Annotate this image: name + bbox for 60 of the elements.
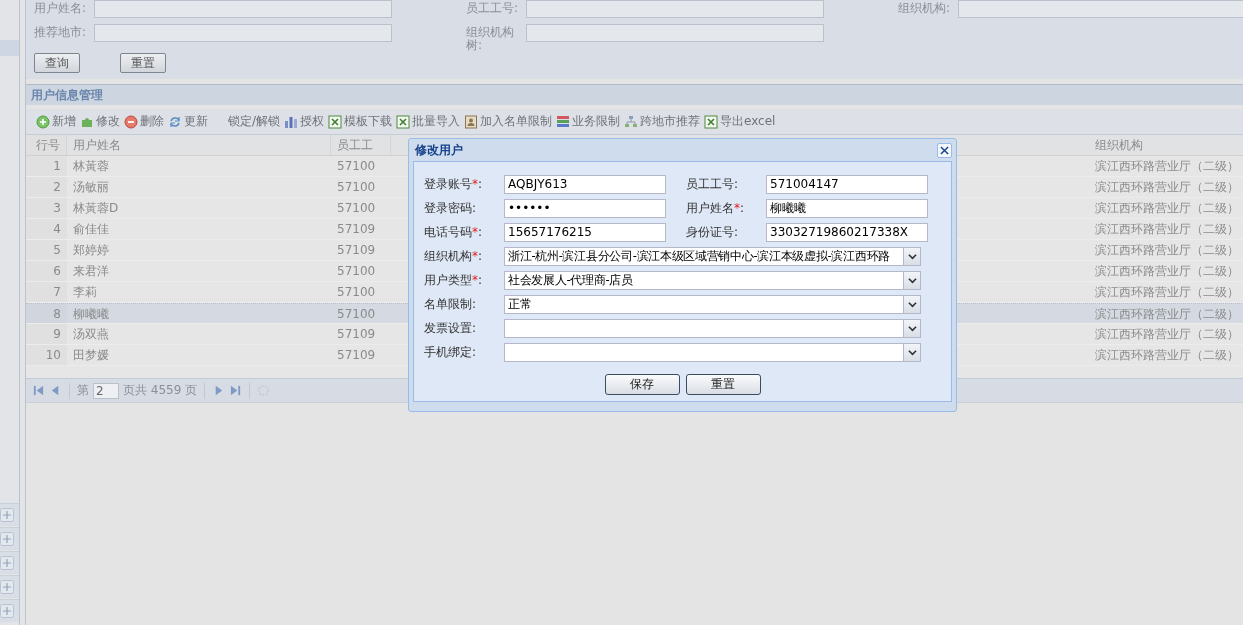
page-total: 页共 4559 页 xyxy=(123,382,198,399)
table-cell-text: 滨江西环路营业厅（二级） xyxy=(1094,347,1240,364)
table-cell: 8 xyxy=(26,304,67,323)
table-cell: 9 xyxy=(26,324,67,344)
table-cell-text: 汤双燕 xyxy=(72,326,110,343)
table-cell-text: 57109 xyxy=(336,242,377,259)
table-cell-text: 57100 xyxy=(336,306,377,323)
table-cell-text: 滨江西环路营业厅（二级） xyxy=(1094,242,1240,259)
field-label: 电话号码*: xyxy=(424,223,484,241)
panel-title: 用户信息管理 xyxy=(26,84,1243,105)
table-cell-text: 滨江西环路营业厅（二级） xyxy=(1094,158,1240,175)
table-cell-text: 汤敏丽 xyxy=(72,179,110,196)
field-label: 名单限制: xyxy=(424,295,478,313)
table-cell-text: 57100 xyxy=(336,263,377,280)
table-cell-text: 57109 xyxy=(336,221,377,238)
table-cell-text: 57109 xyxy=(336,347,377,364)
table-cell-text: 滨江西环路营业厅（二级） xyxy=(1094,326,1240,343)
table-cell-text: 滨江西环路营业厅（二级） xyxy=(1094,200,1240,217)
page-label: 第 xyxy=(77,382,89,399)
table-cell: 4 xyxy=(26,219,67,239)
table-cell-text: 57109 xyxy=(336,326,377,343)
field-label: 用户类型*: xyxy=(424,271,484,289)
table-cell-text: 俞佳佳 xyxy=(72,221,110,238)
field-label: 身份证号: xyxy=(686,223,740,241)
table-cell-text: 滨江西环路营业厅（二级） xyxy=(1094,179,1240,196)
table-cell-text: 57100 xyxy=(336,284,377,301)
table-cell: 7 xyxy=(26,282,67,302)
table-cell-text: 林黃蓉D xyxy=(72,200,120,217)
table-cell-text: 来君洋 xyxy=(72,263,110,280)
field-label: 用户姓名*: xyxy=(686,199,746,217)
table-cell: 3 xyxy=(26,198,67,218)
table-cell-text: 田梦媛 xyxy=(72,347,110,364)
table-cell-text: 57100 xyxy=(336,200,377,217)
table-cell: 5 xyxy=(26,240,67,260)
table-cell-text: 柳曦曦 xyxy=(72,306,110,323)
field-label: 员工工号: xyxy=(466,0,520,15)
field-label: 手机绑定: xyxy=(424,343,478,361)
field-label: 组织机构树: xyxy=(466,24,515,52)
dialog-title: 修改用户 xyxy=(415,141,463,159)
table-cell-text: 57100 xyxy=(336,179,377,196)
field-label: 发票设置: xyxy=(424,319,478,337)
table-cell-text: 林黃蓉 xyxy=(72,158,110,175)
table-cell: 10 xyxy=(26,345,67,365)
table-cell-text: 郑婷婷 xyxy=(72,242,110,259)
field-label: 登录密码: xyxy=(424,199,478,217)
table-cell-text: 滨江西环路营业厅（二级） xyxy=(1094,284,1240,301)
field-label: 员工工号: xyxy=(686,175,740,193)
table-cell: 2 xyxy=(26,177,67,197)
field-label: 登录账号*: xyxy=(424,175,484,193)
field-label: 推荐地市: xyxy=(34,24,88,39)
table-cell-text: 57100 xyxy=(336,158,377,175)
field-label: 用户姓名: xyxy=(34,0,88,15)
table-cell-text: 滨江西环路营业厅（二级） xyxy=(1094,221,1240,238)
field-label: 组织机构*: xyxy=(424,247,484,265)
table-cell-text: 滨江西环路营业厅（二级） xyxy=(1094,306,1240,323)
field-label: 组织机构: xyxy=(898,0,952,15)
table-cell-text: 滨江西环路营业厅（二级） xyxy=(1094,263,1240,280)
table-cell: 6 xyxy=(26,261,67,281)
table-cell-text: 李莉 xyxy=(72,284,98,301)
table-cell: 1 xyxy=(26,156,67,176)
